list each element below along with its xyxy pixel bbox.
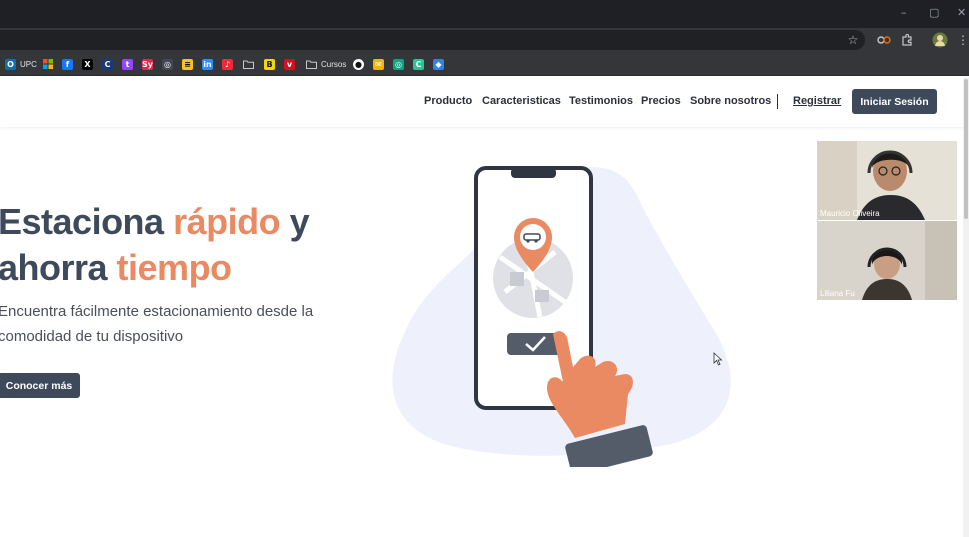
bookmark-item[interactable]: C [413, 57, 424, 71]
microsoft-icon [42, 59, 53, 70]
folder-icon [243, 59, 254, 70]
bookmark-item[interactable]: t [122, 57, 133, 71]
video-tile-participant-2[interactable]: Liliana Fu [817, 221, 957, 300]
outlook-icon: O [5, 58, 16, 70]
scrollbar-thumb[interactable] [964, 79, 968, 219]
bookmark-item[interactable] [42, 57, 53, 71]
bird-icon: v [284, 58, 295, 70]
learn-more-button[interactable]: Conocer más [0, 373, 80, 398]
browser-toolbar: ☆ ⋮ [0, 28, 969, 52]
chatgpt-icon: ◎ [393, 58, 404, 70]
bookmark-item[interactable]: ● [353, 57, 364, 71]
github-icon: ● [353, 58, 364, 70]
bookmark-item[interactable]: O UPC [5, 57, 37, 71]
chatgpt-icon: ◎ [162, 58, 173, 70]
bookmark-item[interactable]: v [284, 57, 295, 71]
bookmark-item[interactable]: ◎ [393, 57, 404, 71]
x-icon: X [82, 58, 93, 70]
facebook-icon: f [62, 58, 73, 70]
more-icon[interactable]: ⋮ [955, 32, 969, 48]
bookmark-item[interactable]: B [264, 57, 275, 71]
minimize-icon[interactable]: – [901, 6, 907, 19]
extension-eye-icon[interactable] [876, 32, 892, 48]
participant-name: Mauricio Oliveira [820, 209, 880, 218]
bookmark-item[interactable]: C [102, 57, 113, 71]
star-icon[interactable]: ☆ [845, 32, 861, 48]
profile-avatar-icon[interactable] [932, 32, 948, 48]
bookmark-item[interactable]: ◎ [162, 57, 173, 71]
site-navbar: Producto Caracteristicas Testimonios Pre… [0, 77, 969, 127]
bookmark-item[interactable] [243, 57, 254, 71]
music-icon: ♪ [222, 58, 233, 70]
bookmark-item[interactable]: ≡ [182, 57, 193, 71]
register-link[interactable]: Registrar [793, 95, 841, 107]
address-field[interactable] [0, 30, 865, 50]
bookmark-label: UPC [20, 59, 37, 69]
hero-subtitle: Encuentra fácilmente estacionamiento des… [0, 303, 314, 345]
nav-link-sobre-nosotros[interactable]: Sobre nosotros [690, 95, 771, 107]
nav-link-testimonios[interactable]: Testimonios [569, 95, 633, 107]
video-tile-participant-1[interactable]: Mauricio Oliveira [817, 141, 957, 220]
bookmark-item[interactable]: Sy [142, 57, 153, 71]
bookmark-item[interactable]: Cursos [306, 57, 346, 71]
phone-notch [511, 168, 556, 178]
participant-name: Liliana Fu [820, 289, 855, 298]
browser-title-bar: – ▢ ✕ [0, 0, 969, 28]
folder-icon [306, 59, 317, 70]
bookmark-item[interactable]: in [202, 57, 213, 71]
b-icon: B [264, 58, 275, 70]
bars-icon: ≡ [182, 58, 193, 70]
nav-link-caracteristicas[interactable]: Caracteristicas [482, 95, 561, 107]
twitch-icon: t [122, 58, 133, 70]
mail-icon: ✉ [373, 58, 384, 70]
mouse-cursor-icon [713, 352, 723, 366]
nav-link-precios[interactable]: Precios [641, 95, 681, 107]
nav-divider [777, 94, 778, 109]
bookmark-item[interactable]: X [82, 57, 93, 71]
bookmark-item[interactable]: f [62, 57, 73, 71]
sy-icon: Sy [142, 58, 153, 70]
bookmark-item[interactable]: ✉ [373, 57, 384, 71]
linkedin-icon: in [202, 58, 213, 70]
close-icon[interactable]: ✕ [957, 6, 966, 19]
bookmarks-bar: O UPC f X Ct Sy ◎ ≡ in ♪ Bv Cursos ● ✉ ◎ C ◆ [0, 52, 969, 76]
bookmark-item[interactable]: ♪ [222, 57, 233, 71]
c-icon: C [413, 58, 424, 70]
bookmark-item[interactable]: ◆ [433, 57, 444, 71]
hero-title: Estaciona rápido y ahorra tiempo [0, 201, 310, 288]
nav-link-producto[interactable]: Producto [424, 95, 472, 107]
phone-parking-illustration [392, 166, 731, 467]
jira-icon: ◆ [433, 58, 444, 70]
maximize-icon[interactable]: ▢ [929, 6, 939, 19]
bookmark-label: Cursos [321, 59, 347, 69]
puzzle-icon[interactable] [899, 32, 915, 48]
c-icon: C [102, 58, 113, 70]
login-button[interactable]: Iniciar Sesión [852, 89, 937, 114]
